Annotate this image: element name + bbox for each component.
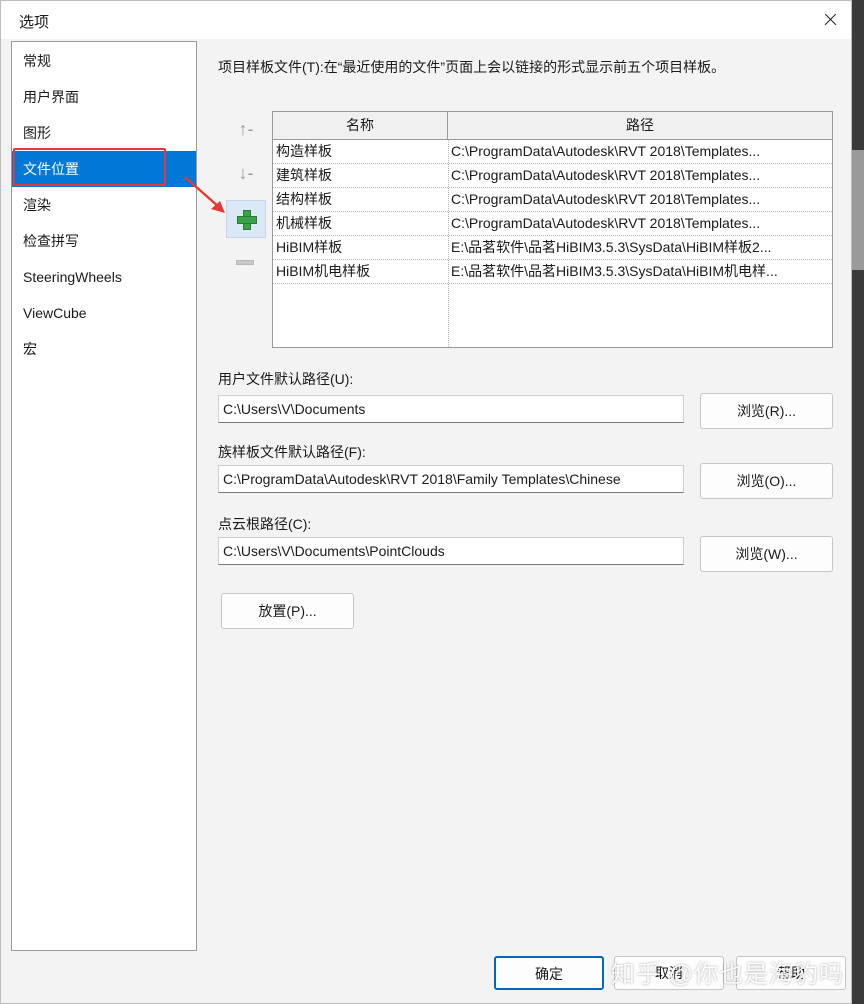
column-header-name[interactable]: 名称 bbox=[273, 112, 448, 139]
browse-family-path-button[interactable]: 浏览(O)... bbox=[700, 463, 833, 499]
template-path: E:\品茗软件\品茗HiBIM3.5.3\SysData\HiBIM机电样... bbox=[451, 263, 778, 279]
sidebar-item-viewcube[interactable]: ViewCube bbox=[12, 295, 196, 331]
minus-icon bbox=[236, 260, 254, 265]
sidebar-item-steeringwheels[interactable]: SteeringWheels bbox=[12, 259, 196, 295]
template-path: C:\ProgramData\Autodesk\RVT 2018\Templat… bbox=[451, 191, 761, 207]
annotation-highlight-box bbox=[13, 148, 166, 186]
sidebar-item-macros[interactable]: 宏 bbox=[12, 331, 196, 367]
close-icon[interactable] bbox=[815, 6, 845, 34]
project-templates-table: 名称 路径 构造样板 C:\ProgramData\Autodesk\RVT 2… bbox=[272, 111, 833, 348]
template-path: C:\ProgramData\Autodesk\RVT 2018\Templat… bbox=[451, 215, 761, 231]
ok-button[interactable]: 确定 bbox=[494, 956, 604, 990]
sidebar-item-spelling[interactable]: 检查拼写 bbox=[12, 223, 196, 259]
template-name: 机械样板 bbox=[276, 215, 332, 231]
table-row[interactable]: 结构样板 C:\ProgramData\Autodesk\RVT 2018\Te… bbox=[273, 188, 832, 212]
cloud-path-input[interactable]: C:\Users\V\Documents\PointClouds bbox=[218, 537, 684, 565]
sidebar-item-rendering[interactable]: 渲染 bbox=[12, 187, 196, 223]
table-row[interactable]: HiBIM机电样板 E:\品茗软件\品茗HiBIM3.5.3\SysData\H… bbox=[273, 260, 832, 284]
move-up-icon[interactable]: ↑- bbox=[226, 111, 266, 149]
template-path: E:\品茗软件\品茗HiBIM3.5.3\SysData\HiBIM样板2... bbox=[451, 239, 772, 255]
table-row[interactable]: 机械样板 C:\ProgramData\Autodesk\RVT 2018\Te… bbox=[273, 212, 832, 236]
dialog-title: 选项 bbox=[19, 14, 50, 31]
user-path-label: 用户文件默认路径(U): bbox=[218, 371, 354, 387]
table-row[interactable]: 建筑样板 C:\ProgramData\Autodesk\RVT 2018\Te… bbox=[273, 164, 832, 188]
column-header-path[interactable]: 路径 bbox=[448, 112, 832, 139]
browse-cloud-path-button[interactable]: 浏览(W)... bbox=[700, 536, 833, 572]
template-name: 构造样板 bbox=[276, 143, 332, 159]
place-button[interactable]: 放置(P)... bbox=[221, 593, 354, 629]
template-path: C:\ProgramData\Autodesk\RVT 2018\Templat… bbox=[451, 167, 761, 183]
move-down-icon[interactable]: ↓- bbox=[226, 155, 266, 193]
background-window-strip bbox=[852, 0, 864, 1004]
user-path-input[interactable]: C:\Users\V\Documents bbox=[218, 395, 684, 423]
template-name: 结构样板 bbox=[276, 191, 332, 207]
template-name: 建筑样板 bbox=[276, 167, 332, 183]
plus-icon bbox=[236, 209, 257, 230]
options-dialog: 选项 常规 用户界面 图形 文件位置 渲染 检查拼写 SteeringWheel… bbox=[0, 0, 852, 1004]
browse-user-path-button[interactable]: 浏览(R)... bbox=[700, 393, 833, 429]
title-bar: 选项 bbox=[1, 1, 851, 39]
table-row[interactable]: HiBIM样板 E:\品茗软件\品茗HiBIM3.5.3\SysData\HiB… bbox=[273, 236, 832, 260]
add-template-button[interactable] bbox=[226, 200, 266, 238]
cloud-path-label: 点云根路径(C): bbox=[218, 516, 312, 532]
template-name: HiBIM机电样板 bbox=[276, 263, 371, 279]
family-path-label: 族样板文件默认路径(F): bbox=[218, 444, 366, 460]
annotation-arrow-icon bbox=[184, 176, 225, 213]
project-templates-description: 项目样板文件(T):在“最近使用的文件”页面上会以链接的形式显示前五个项目样板。 bbox=[218, 59, 726, 75]
table-row[interactable]: 构造样板 C:\ProgramData\Autodesk\RVT 2018\Te… bbox=[273, 140, 832, 164]
template-name: HiBIM样板 bbox=[276, 239, 343, 255]
table-header: 名称 路径 bbox=[273, 112, 832, 140]
remove-template-button[interactable] bbox=[226, 244, 266, 282]
template-path: C:\ProgramData\Autodesk\RVT 2018\Templat… bbox=[451, 143, 761, 159]
sidebar-item-user-interface[interactable]: 用户界面 bbox=[12, 79, 196, 115]
sidebar-item-general[interactable]: 常规 bbox=[12, 43, 196, 79]
background-thumbnail bbox=[852, 150, 864, 270]
family-path-input[interactable]: C:\ProgramData\Autodesk\RVT 2018\Family … bbox=[218, 465, 684, 493]
watermark: 知乎 @你也是海豹吗 bbox=[611, 961, 845, 988]
sidebar-item-graphics[interactable]: 图形 bbox=[12, 115, 196, 151]
